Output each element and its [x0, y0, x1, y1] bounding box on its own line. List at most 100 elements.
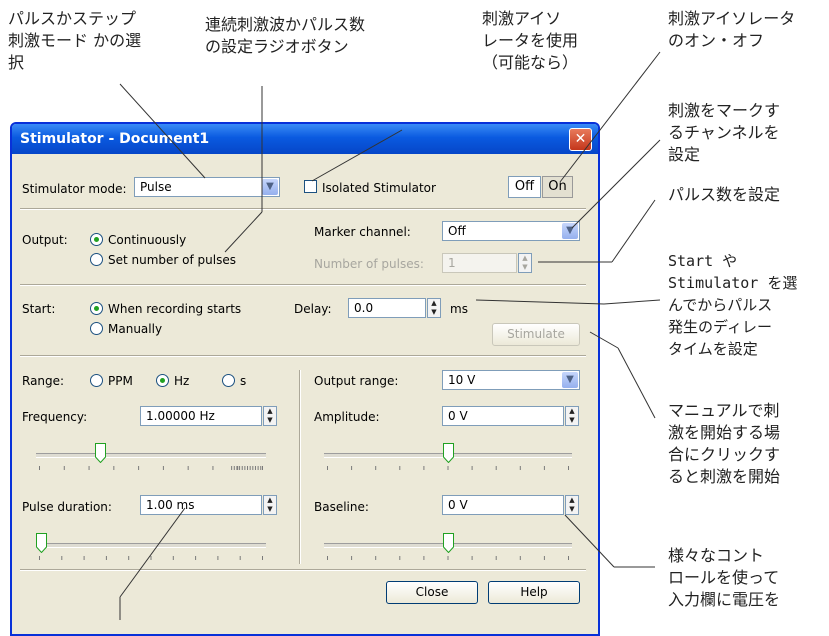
output-range-label: Output range:	[314, 374, 399, 388]
on-label: On	[548, 179, 567, 194]
leader-line	[617, 347, 656, 419]
off-label: Off	[514, 179, 535, 194]
chevron-down-icon: ▼	[262, 179, 278, 195]
frequency-spinner[interactable]: ▲ ▼	[263, 406, 277, 426]
delay-spinner[interactable]: ▲ ▼	[427, 298, 441, 318]
pulse-duration-slider-thumb[interactable]	[36, 533, 47, 553]
number-of-pulses-input[interactable]: 1	[442, 253, 517, 273]
output-label: Output:	[22, 233, 68, 247]
amplitude-input[interactable]: 0 V	[442, 406, 564, 426]
close-window-button[interactable]: ✕	[569, 128, 592, 151]
vertical-divider	[299, 370, 301, 564]
frequency-label: Frequency:	[22, 410, 88, 424]
baseline-slider-thumb[interactable]	[442, 533, 454, 553]
baseline-spinner[interactable]: ▲ ▼	[565, 495, 579, 515]
manually-radio[interactable]	[90, 322, 103, 335]
number-of-pulses-value: 1	[448, 256, 456, 270]
isolated-stimulator-checkbox[interactable]	[304, 180, 317, 193]
on-toggle-button[interactable]: On	[542, 176, 573, 198]
delay-value: 0.0	[354, 301, 374, 315]
annotation-radio-buttons: 連続刺激波かパルス数 の設定ラジオボタン	[205, 15, 366, 56]
set-number-of-pulses-label: Set number of pulses	[108, 253, 236, 267]
when-recording-starts-label: When recording starts	[108, 302, 242, 316]
help-button[interactable]: Help	[488, 581, 580, 604]
pulse-duration-spinner[interactable]: ▲ ▼	[263, 495, 277, 515]
close-icon: ✕	[574, 131, 587, 147]
marker-channel-value: Off	[448, 224, 466, 238]
range-ppm-label: PPM	[108, 374, 133, 388]
spin-down-icon: ▼	[569, 416, 575, 424]
off-toggle-button[interactable]: Off	[508, 176, 541, 198]
number-of-pulses-label: Number of pulses:	[314, 257, 424, 271]
frequency-slider-track[interactable]	[36, 453, 266, 458]
divider	[20, 284, 586, 286]
spin-down-icon: ▼	[267, 505, 273, 513]
spin-down-icon: ▼	[522, 263, 528, 271]
spin-down-icon: ▼	[267, 416, 273, 424]
spin-down-icon: ▼	[569, 505, 575, 513]
chevron-down-icon: ▼	[562, 223, 578, 239]
title-bar[interactable]: Stimulator - Document1 ✕	[12, 124, 598, 154]
set-number-of-pulses-radio[interactable]	[90, 253, 103, 266]
delay-label: Delay:	[294, 302, 332, 316]
baseline-value: 0 V	[448, 498, 468, 512]
annotation-delay: Start や Stimulator を選 んでからパルス 発生のディレー タイ…	[668, 252, 798, 358]
chevron-down-icon: ▼	[562, 372, 578, 388]
manually-label: Manually	[108, 322, 163, 336]
range-s-label: s	[240, 374, 247, 388]
close-label: Close	[415, 585, 449, 599]
spin-up-icon: ▲	[569, 407, 575, 415]
delay-unit: ms	[450, 302, 468, 316]
close-button[interactable]: Close	[386, 581, 478, 604]
range-ppm-radio[interactable]	[90, 374, 103, 387]
leader-line	[603, 299, 661, 305]
amplitude-slider-thumb[interactable]	[442, 443, 454, 463]
spin-up-icon: ▲	[267, 407, 273, 415]
frequency-input[interactable]: 1.00000 Hz	[140, 406, 262, 426]
stimulator-mode-value: Pulse	[140, 180, 172, 194]
pulse-duration-input[interactable]: 1.00 ms	[140, 495, 262, 515]
spin-down-icon: ▼	[431, 308, 437, 316]
divider	[20, 355, 586, 357]
amplitude-slider-ticks	[327, 466, 569, 470]
stimulator-mode-label: Stimulator mode:	[22, 182, 127, 196]
spin-up-icon: ▲	[267, 496, 273, 504]
annotation-number-of-pulses: パルス数を設定	[668, 185, 781, 204]
delay-input[interactable]: 0.0	[348, 298, 426, 318]
frequency-slider-thumb[interactable]	[95, 443, 107, 463]
marker-channel-label: Marker channel:	[314, 225, 411, 239]
baseline-slider-ticks	[327, 556, 569, 560]
baseline-input[interactable]: 0 V	[442, 495, 564, 515]
stimulate-button[interactable]: Stimulate	[492, 323, 580, 346]
start-label: Start:	[22, 302, 56, 316]
spin-up-icon: ▲	[569, 496, 575, 504]
continuously-radio[interactable]	[90, 233, 103, 246]
number-of-pulses-spinner[interactable]: ▲ ▼	[518, 253, 532, 273]
stimulator-mode-dropdown[interactable]: Pulse ▼	[134, 177, 280, 197]
pulse-duration-slider-track[interactable]	[36, 543, 266, 548]
pulse-duration-value: 1.00 ms	[146, 498, 195, 512]
output-range-dropdown[interactable]: 10 V ▼	[442, 370, 580, 390]
divider	[20, 569, 586, 571]
range-s-radio[interactable]	[222, 374, 235, 387]
stimulate-label: Stimulate	[507, 327, 565, 341]
frequency-slider-ticks	[39, 466, 263, 470]
range-hz-radio[interactable]	[156, 374, 169, 387]
leader-line	[611, 199, 656, 263]
annotation-controls: 様々なコント ロールを使って 入力欄に電圧を	[668, 546, 781, 609]
amplitude-spinner[interactable]: ▲ ▼	[565, 406, 579, 426]
annotation-stimulator-mode: パルスかステップ 刺激モード かの選 択	[8, 9, 142, 72]
spin-up-icon: ▲	[431, 299, 437, 307]
annotation-stimulate-button: マニュアルで刺 激を開始する場 合にクリックす ると刺激を開始	[668, 401, 781, 486]
marker-channel-dropdown[interactable]: Off ▼	[442, 221, 580, 241]
output-range-value: 10 V	[448, 373, 476, 387]
amplitude-label: Amplitude:	[314, 410, 380, 424]
when-recording-starts-radio[interactable]	[90, 302, 103, 315]
divider	[20, 208, 586, 210]
annotation-marker-channel: 刺激をマークす るチャンネルを 設定	[668, 101, 781, 164]
annotation-on-off: 刺激アイソレータ のオン・オフ	[668, 9, 796, 50]
continuously-label: Continuously	[108, 233, 187, 247]
pulse-duration-label: Pulse duration:	[22, 500, 112, 514]
baseline-label: Baseline:	[314, 500, 369, 514]
pulse-duration-slider-ticks	[39, 556, 263, 560]
